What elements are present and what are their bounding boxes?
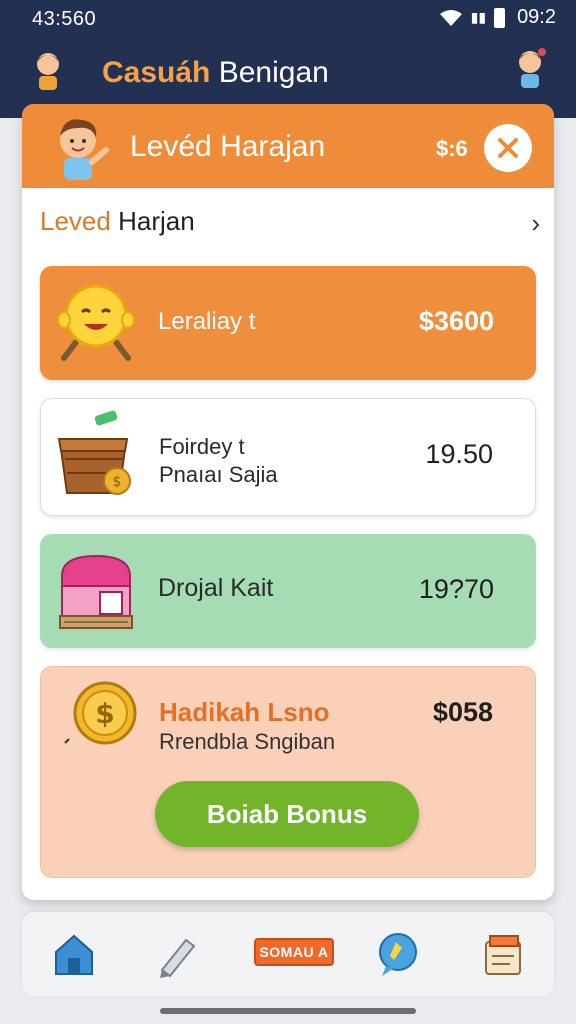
status-clock: 09:2 [517,6,556,28]
status-icons: ▮▮ 09:2 [439,6,556,29]
offer-4-label: Hadikah Lsno [159,697,330,727]
app-title: Casuáh Benigan [102,56,329,90]
close-button[interactable] [484,124,532,172]
bonus-tag-icon[interactable]: SOMAU A [254,938,334,966]
app-bar: Casuáh Benigan [0,42,576,104]
offer-card-1[interactable]: Leraliay t $3600 [40,266,536,380]
status-time: 43:560 [32,8,97,30]
wifi-icon [439,9,462,26]
offer-2-label-line2: Pnaıaı Sajia [159,462,278,487]
coin-icon: $ [64,681,137,745]
bottom-nav: SOMAU A [22,912,554,996]
offer-2-label-line1: Foirdey t [159,434,245,459]
avatar-left[interactable] [30,48,66,92]
treasure-chest-icon: $ [57,410,131,495]
app-title-part1: Casuáh [102,56,211,89]
character-avatar-icon [60,119,109,180]
smiley-icon [57,284,135,361]
offer-card-4: $ Hadikah Lsno Rrendbla Sngiban $058 Boi… [40,666,536,878]
offer-2-value: 19.50 [425,439,493,469]
offer-4-value: $058 [432,697,493,727]
subheader-row[interactable]: Leved Harjan › [40,206,540,240]
offer-3-value: 19?70 [418,574,494,604]
home-indicator[interactable] [160,1008,416,1014]
offer-4-sublabel: Rrendbla Sngiban [159,729,336,754]
close-icon [498,138,518,158]
battery-icon [494,7,506,28]
offer-3-label: Drojal Kait [158,574,274,602]
claim-bonus-button[interactable]: Boiab Bonus [155,781,419,847]
avatar-right[interactable] [512,46,548,90]
sheet-title: Levéd Harajan [130,130,326,163]
svg-text:$: $ [113,474,122,490]
chat-bubble-icon[interactable] [372,928,424,980]
subheader-part1: Leved [40,206,111,236]
offer-1-label: Leraliay t [158,308,256,335]
status-bar: 43:560 ▮▮ 09:2 [0,0,576,36]
offer-card-2[interactable]: $ Foirdey t Pnaıaı Sajia 19.50 [40,398,536,516]
sheet-header: Levéd Harajan $:6 [22,104,554,188]
gift-box-icon [59,554,133,629]
svg-text:$: $ [95,697,114,730]
offer-card-3[interactable]: Drojal Kait 19?70 [40,534,536,648]
sheet-price: $:6 [436,136,468,161]
offer-2-label: Foirdey t Pnaıaı Sajia [159,433,278,489]
offer-1-value: $3600 [418,306,494,336]
chevron-right-icon: › [531,208,540,238]
home-icon[interactable] [48,928,100,980]
app-title-part2: Benigan [218,56,329,89]
pencil-icon[interactable] [150,928,202,980]
notes-icon[interactable] [476,928,528,980]
subheader-part2: Harjan [118,206,195,236]
signal-icon: ▮▮ [470,9,487,25]
offer-sheet: Levéd Harajan $:6 Leved Harjan › Leralia… [22,104,554,900]
